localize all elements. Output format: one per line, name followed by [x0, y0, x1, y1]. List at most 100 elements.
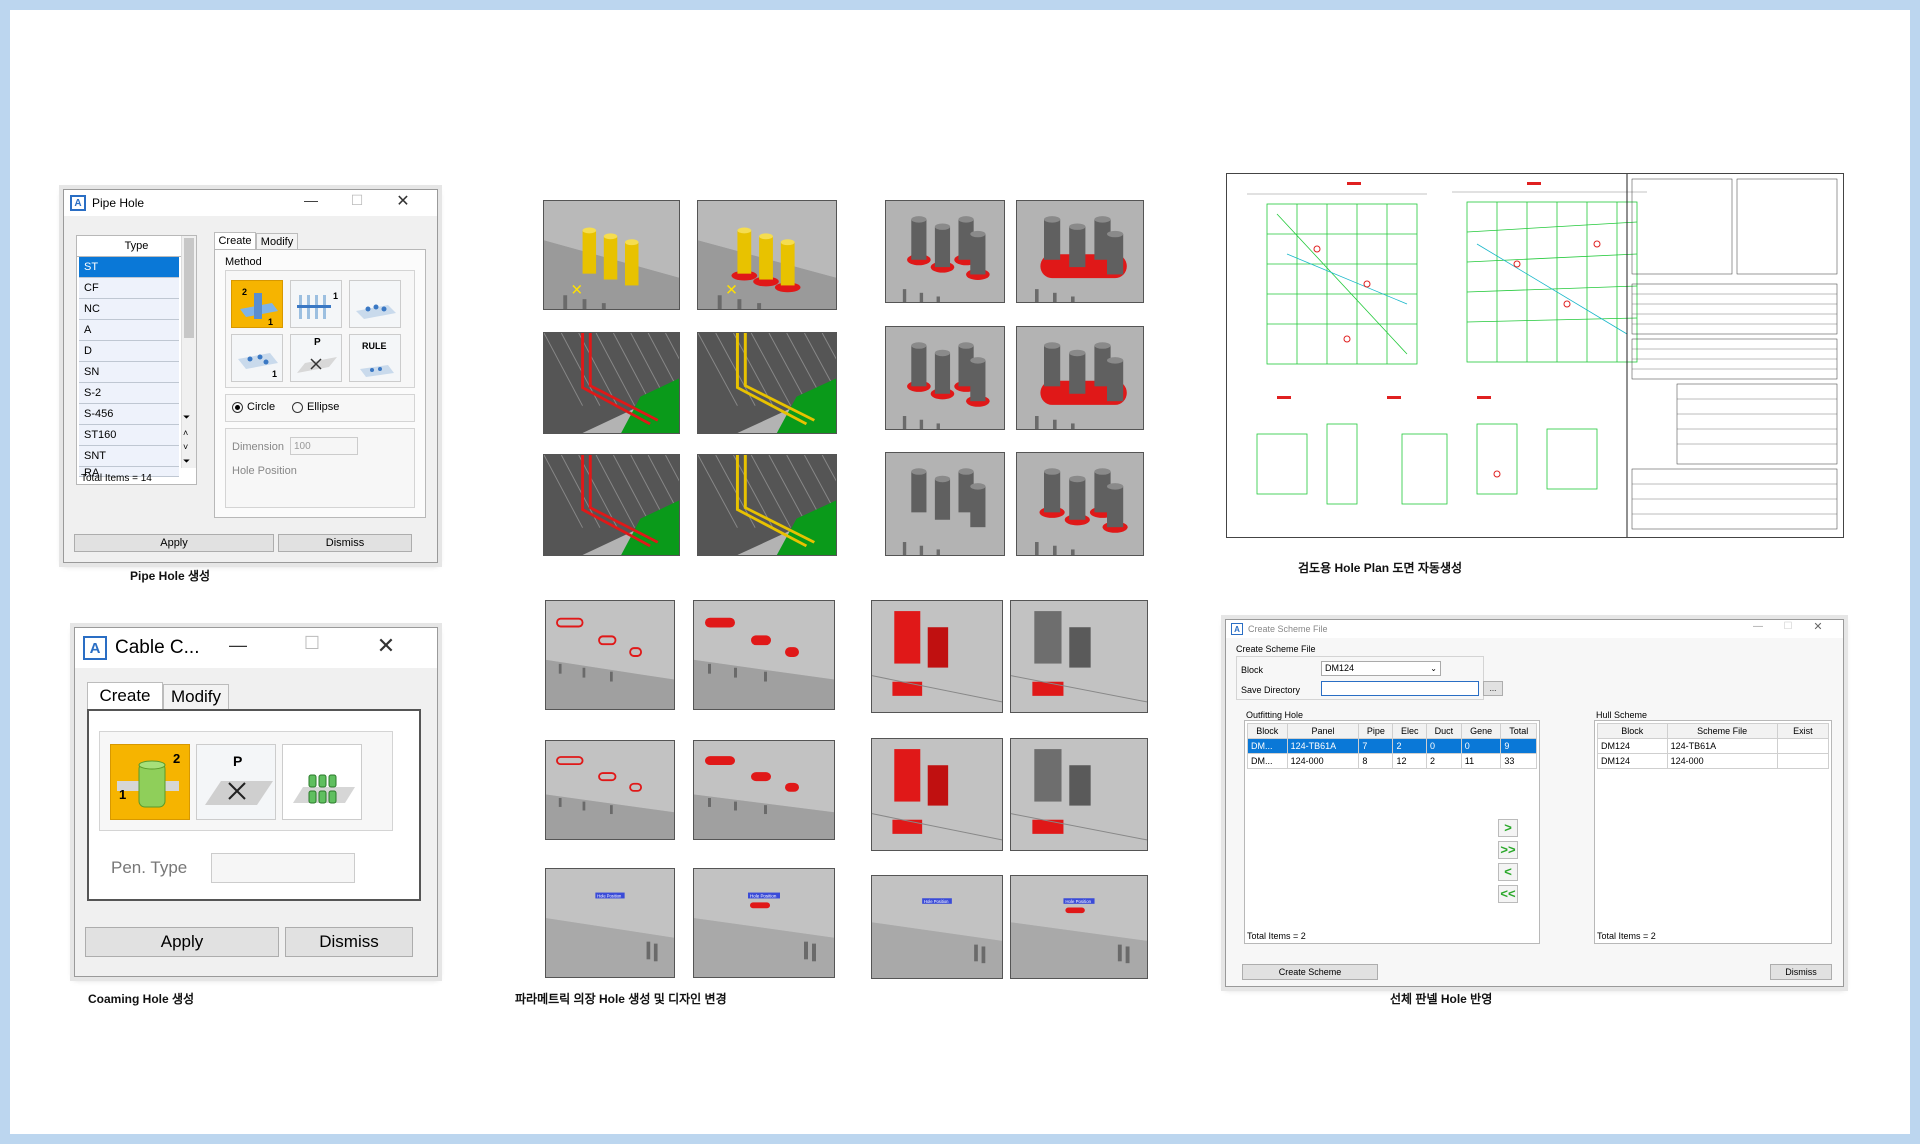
plate-points-method-tile[interactable]: 1	[231, 334, 283, 382]
maximize-icon[interactable]: ☐	[297, 633, 327, 654]
scroll-bottom-icon[interactable]: ⏷	[183, 456, 190, 467]
design-thumbnail-4-2[interactable]	[1010, 600, 1148, 713]
design-thumbnail-1-1[interactable]	[543, 200, 680, 310]
type-list-item[interactable]: SNT	[79, 446, 179, 467]
pen-type-input[interactable]	[211, 853, 355, 883]
table-row[interactable]: DM124 124-000	[1597, 753, 1830, 769]
type-list-item[interactable]: ST	[79, 257, 179, 278]
plate-points-icon: 1	[238, 353, 278, 379]
design-thumbnail-2-4[interactable]	[1016, 326, 1144, 430]
cable-hole-caption: Coaming Hole 생성	[88, 992, 195, 1006]
cable-point-tile[interactable]: P	[196, 744, 276, 820]
design-thumbnail-2-2[interactable]	[1016, 200, 1144, 303]
design-thumbnail-2-6[interactable]	[1016, 452, 1144, 556]
table-row[interactable]: DM... 124-TB61A 7 2 0 0 9	[1247, 738, 1537, 754]
design-thumbnail-2-1[interactable]	[885, 200, 1005, 303]
design-thumbnail-3-3[interactable]	[545, 740, 675, 840]
column-header[interactable]: Exist	[1776, 723, 1830, 739]
column-header[interactable]: Block	[1597, 723, 1668, 739]
move-left-icon[interactable]: <	[1498, 863, 1518, 881]
rule-method-tile[interactable]: RULE	[349, 334, 401, 382]
tab-create[interactable]: Create	[214, 232, 256, 250]
table-row[interactable]: DM124 124-TB61A	[1597, 738, 1830, 754]
type-list-item[interactable]: D	[79, 341, 179, 362]
scroll-down-icon[interactable]: ⏷	[183, 412, 190, 423]
type-list-item[interactable]: NC	[79, 299, 179, 320]
list-scrollbar[interactable]: ⏷ ˄ ˅ ⏷	[181, 236, 196, 468]
design-thumbnail-3-4[interactable]	[693, 740, 835, 840]
type-list-item[interactable]: CF	[79, 278, 179, 299]
scroll-down-arrow-icon[interactable]: ˅	[183, 442, 188, 452]
design-thumbnail-3-2[interactable]	[693, 600, 835, 710]
save-directory-input[interactable]	[1321, 681, 1479, 696]
ellipse-radio[interactable]	[292, 402, 303, 413]
tab-modify[interactable]: Modify	[163, 684, 229, 710]
column-header[interactable]: Duct	[1425, 723, 1462, 739]
table-row[interactable]: DM... 124-000 8 12 2 11 33	[1247, 753, 1537, 769]
type-list[interactable]: Type ST CF NC A D SN S-2 S-456 ST160 SNT RA Total …	[76, 235, 197, 485]
close-icon[interactable]: ✕	[1808, 620, 1828, 633]
type-list-item[interactable]: SN	[79, 362, 179, 383]
point-p-method-tile[interactable]: P	[290, 334, 342, 382]
design-thumbnail-1-5[interactable]	[543, 454, 680, 556]
plate-array-method-tile[interactable]	[349, 280, 401, 328]
design-thumbnail-4-6[interactable]: Hole Position	[1010, 875, 1148, 979]
column-header[interactable]: Pipe	[1358, 723, 1394, 739]
column-header[interactable]: Elec	[1392, 723, 1427, 739]
coaming-pipe-tile[interactable]: 2 1	[110, 744, 190, 820]
tab-create[interactable]: Create	[87, 682, 163, 710]
maximize-icon[interactable]: ☐	[1778, 621, 1798, 632]
minimize-icon[interactable]: —	[296, 192, 326, 208]
point-p-label: P	[233, 753, 243, 769]
create-scheme-button[interactable]: Create Scheme	[1242, 964, 1378, 980]
column-header[interactable]: Scheme File	[1666, 723, 1778, 739]
dismiss-button[interactable]: Dismiss	[285, 927, 413, 957]
scroll-up-icon[interactable]: ˄	[183, 428, 188, 438]
design-thumbnail-1-4[interactable]	[697, 332, 837, 434]
move-all-left-icon[interactable]: <<	[1498, 885, 1518, 903]
pipe-hole-method-tile[interactable]: 2 1	[231, 280, 283, 328]
column-header[interactable]: Panel	[1286, 723, 1360, 739]
design-thumbnail-4-1[interactable]	[871, 600, 1003, 713]
circle-radio[interactable]	[232, 402, 243, 413]
scrollbar-thumb[interactable]	[184, 238, 194, 338]
type-list-item[interactable]: S-456	[79, 404, 179, 425]
design-thumbnail-2-5[interactable]	[885, 452, 1005, 556]
design-thumbnail-4-3[interactable]	[871, 738, 1003, 851]
design-thumbnail-4-4[interactable]	[1010, 738, 1148, 851]
type-list-item[interactable]: S-2	[79, 383, 179, 404]
minimize-icon[interactable]: —	[1748, 621, 1768, 632]
type-list-item[interactable]: ST160	[79, 425, 179, 446]
design-thumbnail-1-2[interactable]	[697, 200, 837, 310]
outfitting-hole-table[interactable]: Block Panel Pipe Elec Duct Gene Total DM... 124-…	[1244, 720, 1540, 944]
dimension-input[interactable]: 100	[290, 437, 358, 455]
close-icon[interactable]: ✕	[371, 633, 401, 659]
apply-button[interactable]: Apply	[74, 534, 274, 552]
block-select[interactable]: DM124 ⌄	[1321, 661, 1441, 676]
apply-button[interactable]: Apply	[85, 927, 279, 957]
design-thumbnail-3-6[interactable]: Hole Position	[693, 868, 835, 978]
move-all-right-icon[interactable]: >>	[1498, 841, 1518, 859]
hole-plan-drawing[interactable]	[1226, 173, 1844, 538]
hull-scheme-table[interactable]: Block Scheme File Exist DM124 124-TB61A DM124…	[1594, 720, 1832, 944]
browse-button[interactable]: ...	[1483, 681, 1503, 696]
move-right-icon[interactable]: >	[1498, 819, 1518, 837]
column-header[interactable]: Total	[1500, 723, 1537, 739]
stiffener-method-tile[interactable]: 1	[290, 280, 342, 328]
design-thumbnail-1-3[interactable]	[543, 332, 680, 434]
design-thumbnail-3-5[interactable]: Hole Position	[545, 868, 675, 978]
column-header[interactable]: Gene	[1460, 723, 1502, 739]
column-header[interactable]: Block	[1247, 723, 1288, 739]
type-list-item[interactable]: A	[79, 320, 179, 341]
tab-modify[interactable]: Modify	[256, 233, 298, 250]
design-thumbnail-2-3[interactable]	[885, 326, 1005, 430]
dismiss-button[interactable]: Dismiss	[278, 534, 412, 552]
design-thumbnail-4-5[interactable]: Hole Position	[871, 875, 1003, 979]
minimize-icon[interactable]: —	[223, 635, 253, 656]
design-thumbnail-3-1[interactable]	[545, 600, 675, 710]
maximize-icon[interactable]: ☐	[342, 192, 372, 209]
cable-array-tile[interactable]	[282, 744, 362, 820]
design-thumbnail-1-6[interactable]	[697, 454, 837, 556]
dismiss-button[interactable]: Dismiss	[1770, 964, 1832, 980]
close-icon[interactable]: ✕	[388, 191, 418, 211]
